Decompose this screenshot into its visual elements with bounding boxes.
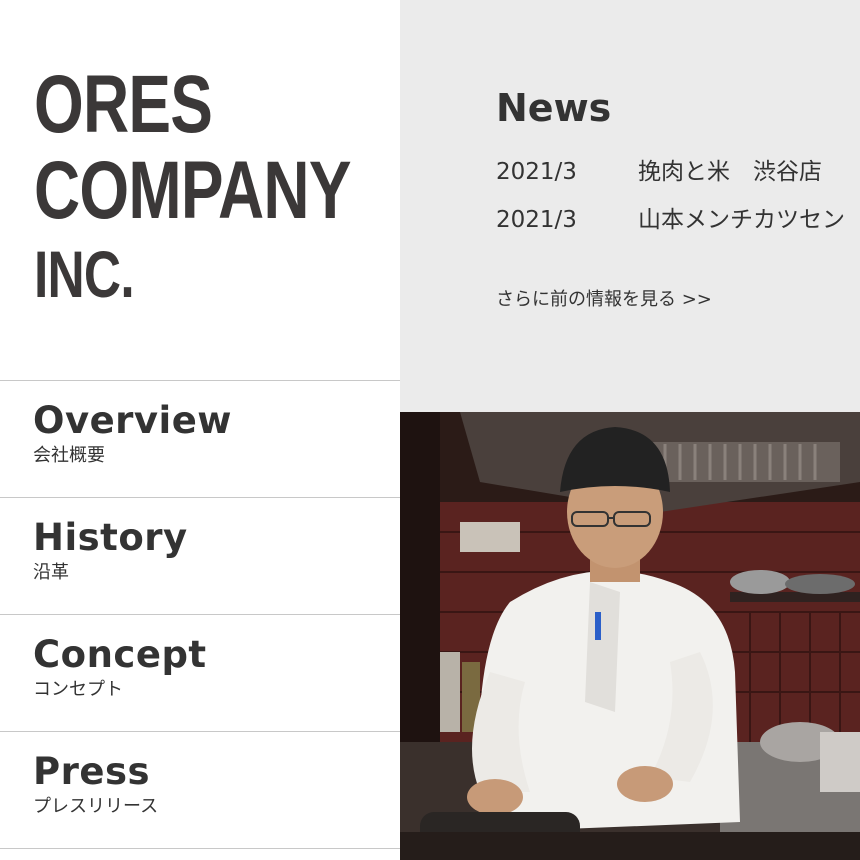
logo-line-2: COMPANY [34, 145, 351, 236]
news-date: 2021/3 [496, 159, 577, 185]
nav-item-sublabel: 会社概要 [33, 445, 105, 466]
news-item[interactable]: 2021/3 山本メンチカツセン [496, 200, 860, 248]
chef-photo-image [400, 412, 860, 860]
news-panel: News 2021/3 挽肉と米 渋谷店 2021/3 山本メンチカツセン さらに前… [400, 0, 860, 412]
left-column: ORES COMPANY INC. Overview 会社概要 History … [0, 0, 400, 860]
logo-line-1: ORES [34, 59, 213, 150]
news-list: 2021/3 挽肉と米 渋谷店 2021/3 山本メンチカツセン [496, 152, 860, 248]
chef-photo [400, 412, 860, 860]
news-item[interactable]: 2021/3 挽肉と米 渋谷店 [496, 152, 860, 200]
nav-item-label: History [33, 516, 188, 559]
news-title: 山本メンチカツセン [638, 207, 845, 233]
nav-item-history[interactable]: History 沿革 [0, 497, 400, 614]
logo-line-3: INC. [34, 237, 135, 311]
nav-item-label: Overview [33, 399, 232, 442]
nav-item-sublabel: 沿革 [33, 562, 69, 583]
news-title: 挽肉と米 渋谷店 [638, 159, 822, 185]
nav-item-sublabel: コンセプト [33, 679, 123, 700]
main-nav: Overview 会社概要 History 沿革 Concept コンセプト P… [0, 380, 400, 849]
page: ORES COMPANY INC. Overview 会社概要 History … [0, 0, 860, 860]
nav-item-overview[interactable]: Overview 会社概要 [0, 380, 400, 497]
nav-item-sublabel: プレスリリース [33, 796, 159, 817]
nav-item-concept[interactable]: Concept コンセプト [0, 614, 400, 731]
news-heading: News [496, 86, 612, 130]
nav-item-press[interactable]: Press プレスリリース [0, 731, 400, 849]
company-logo[interactable]: ORES COMPANY INC. [34, 59, 351, 312]
nav-item-label: Concept [33, 633, 207, 676]
nav-item-label: Press [33, 750, 151, 793]
news-date: 2021/3 [496, 207, 577, 233]
news-more-link[interactable]: さらに前の情報を見る >> [496, 286, 712, 314]
